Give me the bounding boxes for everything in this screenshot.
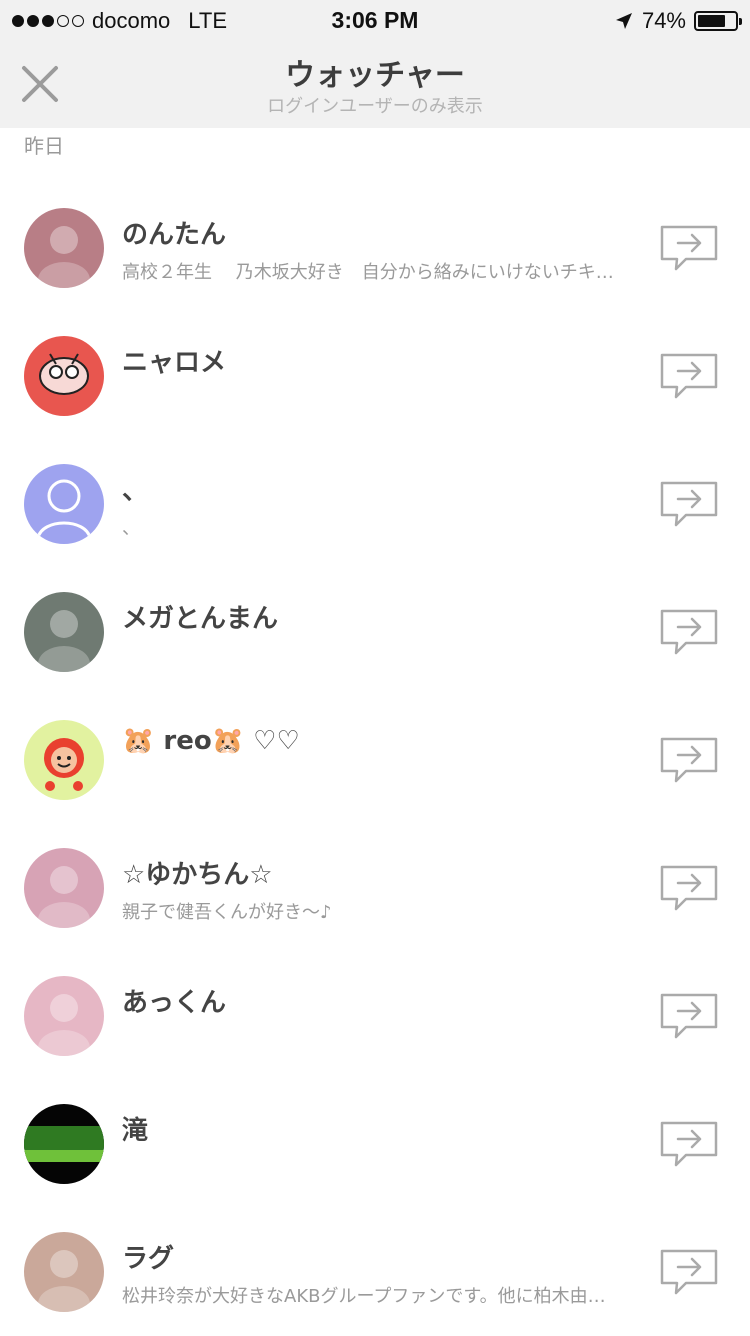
user-row[interactable]: メガとんまん — [0, 568, 750, 696]
avatar[interactable] — [24, 336, 104, 416]
user-name: 、 — [122, 476, 149, 506]
user-row[interactable]: ニャロメ — [0, 312, 750, 440]
user-bio: 、 — [122, 518, 140, 539]
user-name: 滝 — [122, 1116, 149, 1146]
user-name: ラグ — [122, 1244, 175, 1274]
message-button[interactable] — [660, 1120, 718, 1168]
message-arrow-icon — [660, 737, 718, 783]
user-name: ニャロメ — [122, 348, 227, 378]
avatar[interactable] — [24, 1104, 104, 1184]
status-bar: docomo LTE 3:06 PM 74% — [0, 0, 750, 40]
user-row[interactable]: 滝 — [0, 1080, 750, 1208]
message-button[interactable] — [660, 224, 718, 272]
status-right: 74% — [614, 8, 742, 34]
user-row[interactable]: 🐹 reo🐹 ♡♡ — [0, 696, 750, 824]
message-arrow-icon — [660, 353, 718, 399]
watcher-list: のんたん 高校２年生 乃木坂大好き 自分から絡みにいけないチキ… ニャロメ、、メガと… — [0, 184, 750, 1336]
user-bio: 親子で健吾くんが好き〜♪ — [122, 902, 332, 923]
message-arrow-icon — [660, 481, 718, 527]
section-header-date: 昨日 — [24, 134, 64, 158]
avatar[interactable] — [24, 848, 104, 928]
message-button[interactable] — [660, 864, 718, 912]
message-arrow-icon — [660, 1249, 718, 1295]
message-button[interactable] — [660, 736, 718, 784]
avatar[interactable] — [24, 464, 104, 544]
message-button[interactable] — [660, 352, 718, 400]
avatar[interactable] — [24, 720, 104, 800]
message-button[interactable] — [660, 1248, 718, 1296]
page-title: ウォッチャー — [285, 58, 465, 93]
avatar[interactable] — [24, 208, 104, 288]
message-arrow-icon — [660, 865, 718, 911]
battery-level — [698, 15, 725, 27]
battery-percent: 74% — [641, 8, 686, 33]
user-row[interactable]: あっくん — [0, 952, 750, 1080]
message-button[interactable] — [660, 480, 718, 528]
battery-icon — [694, 11, 742, 31]
avatar[interactable] — [24, 976, 104, 1056]
message-arrow-icon — [660, 993, 718, 1039]
location-arrow-icon — [615, 13, 632, 29]
nav-bar: ウォッチャー ログインユーザーのみ表示 — [0, 40, 750, 128]
user-name: ☆ゆかちん☆ — [122, 860, 273, 890]
message-arrow-icon — [660, 609, 718, 655]
message-button[interactable] — [660, 608, 718, 656]
avatar[interactable] — [24, 1232, 104, 1312]
user-bio: 松井玲奈が大好きなAKBグループファンです。他に柏木由… — [122, 1286, 606, 1307]
page-subtitle: ログインユーザーのみ表示 — [267, 96, 483, 117]
user-name: メガとんまん — [122, 604, 279, 634]
avatar[interactable] — [24, 592, 104, 672]
user-name: のんたん — [122, 220, 227, 250]
message-arrow-icon — [660, 1121, 718, 1167]
user-row[interactable]: 、、 — [0, 440, 750, 568]
message-button[interactable] — [660, 992, 718, 1040]
user-name: あっくん — [122, 988, 227, 1018]
user-row[interactable]: のんたん高校２年生 乃木坂大好き 自分から絡みにいけないチキ… — [0, 184, 750, 312]
user-row[interactable]: ラグ松井玲奈が大好きなAKBグループファンです。他に柏木由… — [0, 1208, 750, 1336]
message-arrow-icon — [660, 225, 718, 271]
user-row[interactable]: ☆ゆかちん☆ 親子で健吾くんが好き〜♪ — [0, 824, 750, 952]
user-bio: 高校２年生 乃木坂大好き 自分から絡みにいけないチキ… — [122, 262, 614, 283]
user-name: 🐹 reo🐹 ♡♡ — [122, 726, 300, 756]
